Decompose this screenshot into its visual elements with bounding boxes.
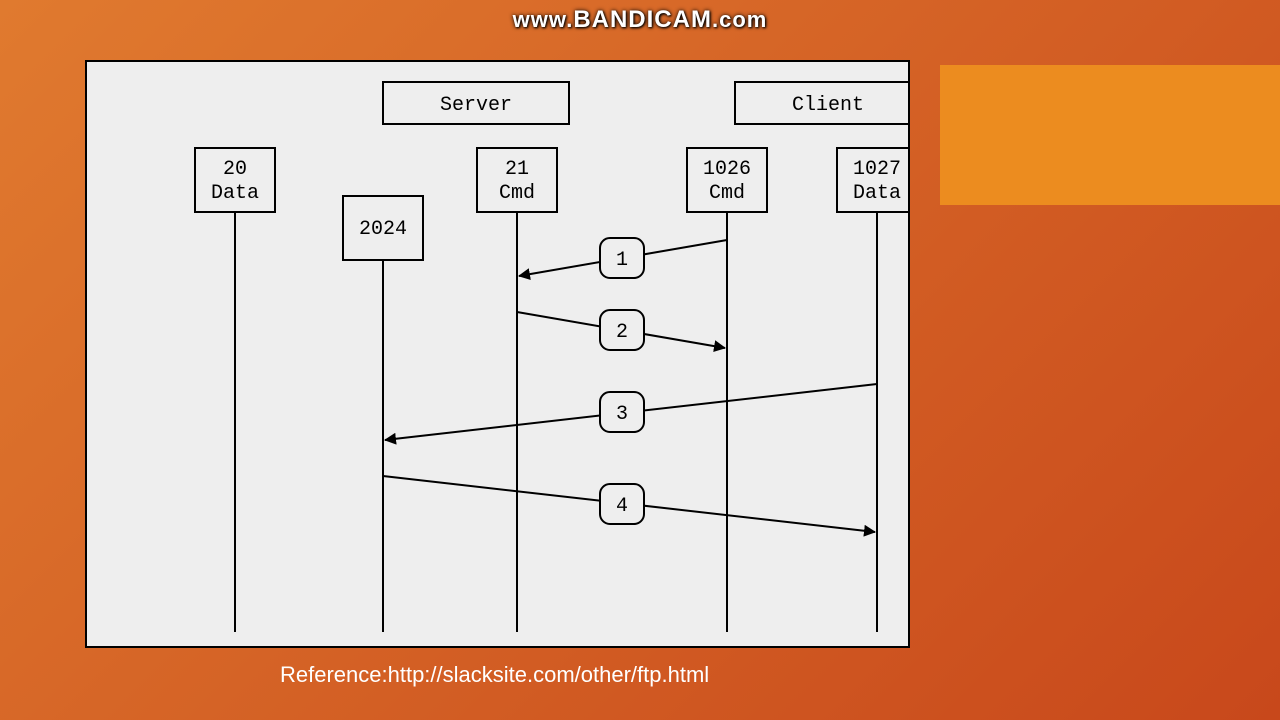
watermark-suffix: .com: [712, 7, 767, 32]
watermark-brand: BANDICAM: [573, 6, 712, 33]
port-21-box: 21 Cmd: [477, 148, 557, 212]
port-2024-box: 2024: [343, 196, 423, 260]
watermark-prefix: www.: [513, 7, 574, 32]
port-1027-role: Data: [853, 182, 901, 205]
port-21-role: Cmd: [499, 182, 535, 205]
port-1027-box: 1027 Data: [837, 148, 908, 212]
port-1026-num: 1026: [703, 158, 751, 181]
sequence-diagram: Server Client 20 Data 2024 21 Cmd: [87, 62, 908, 646]
client-header: Client: [792, 94, 864, 117]
step-3-label: 3: [616, 403, 628, 426]
port-1027-num: 1027: [853, 158, 901, 181]
step-2-label: 2: [616, 321, 628, 344]
port-21-num: 21: [505, 158, 529, 181]
step-1-label: 1: [616, 249, 628, 272]
port-20-box: 20 Data: [195, 148, 275, 212]
port-1026-role: Cmd: [709, 182, 745, 205]
bandicam-watermark: www.BANDICAM.com: [0, 6, 1280, 34]
diagram-panel: Server Client 20 Data 2024 21 Cmd: [85, 60, 910, 648]
port-20-num: 20: [223, 158, 247, 181]
server-header: Server: [440, 94, 512, 117]
slide-stage: www.BANDICAM.com Server Client 20: [0, 0, 1280, 720]
accent-block: [940, 65, 1280, 205]
port-2024-num: 2024: [359, 218, 407, 241]
reference-text: Reference:http://slacksite.com/other/ftp…: [280, 662, 709, 688]
port-1026-box: 1026 Cmd: [687, 148, 767, 212]
step-4-label: 4: [616, 495, 628, 518]
port-20-role: Data: [211, 182, 259, 205]
